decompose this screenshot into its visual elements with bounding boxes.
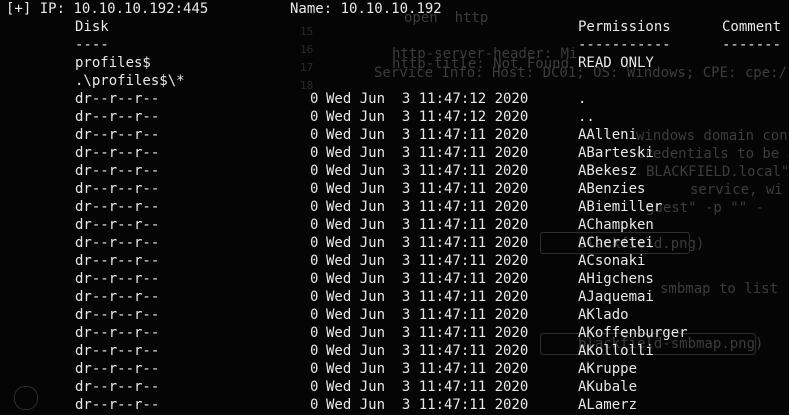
entry-name: ACsonaki bbox=[578, 253, 646, 269]
terminal-output: [+] IP: 10.10.10.192:445 Name: 10.10.10.… bbox=[0, 0, 789, 415]
entry-date: Wed Jun 3 11:47:11 2020 bbox=[326, 361, 529, 377]
entry-size: 0 bbox=[310, 109, 319, 125]
name-label: Name: bbox=[290, 1, 333, 17]
share-permission: READ ONLY bbox=[578, 55, 654, 71]
entry-attributes: dr--r--r-- bbox=[75, 127, 160, 143]
entry-attributes: dr--r--r-- bbox=[75, 379, 160, 395]
entry-size: 0 bbox=[310, 235, 319, 251]
entry-date: Wed Jun 3 11:47:11 2020 bbox=[326, 127, 529, 143]
entry-size: 0 bbox=[310, 325, 319, 341]
entry-name: AAlleni bbox=[578, 127, 638, 143]
entry-date: Wed Jun 3 11:47:11 2020 bbox=[326, 181, 529, 197]
listing-path: .\profiles$\* bbox=[75, 73, 185, 89]
column-header-comment: Comment bbox=[722, 19, 782, 35]
entry-size: 0 bbox=[310, 289, 319, 305]
entry-size: 0 bbox=[310, 253, 319, 269]
entry-name: AKruppe bbox=[578, 361, 638, 377]
entry-attributes: dr--r--r-- bbox=[75, 163, 160, 179]
entry-date: Wed Jun 3 11:47:12 2020 bbox=[326, 109, 529, 125]
entry-attributes: dr--r--r-- bbox=[75, 397, 160, 413]
entry-attributes: dr--r--r-- bbox=[75, 289, 160, 305]
entry-attributes: dr--r--r-- bbox=[75, 235, 160, 251]
entry-name: ABenzies bbox=[578, 181, 646, 197]
entry-name: . bbox=[578, 91, 587, 107]
entry-date: Wed Jun 3 11:47:11 2020 bbox=[326, 307, 529, 323]
status-prefix: [+] bbox=[6, 1, 32, 17]
entry-size: 0 bbox=[310, 127, 319, 143]
entry-name: ALamerz bbox=[578, 397, 638, 413]
entry-size: 0 bbox=[310, 199, 319, 215]
entry-attributes: dr--r--r-- bbox=[75, 109, 160, 125]
entry-name: .. bbox=[578, 109, 595, 125]
entry-size: 0 bbox=[310, 91, 319, 107]
entry-date: Wed Jun 3 11:47:11 2020 bbox=[326, 289, 529, 305]
entry-size: 0 bbox=[310, 343, 319, 359]
entry-name: AHigchens bbox=[578, 271, 654, 287]
entry-name: AKlado bbox=[578, 307, 629, 323]
entry-name: ACheretei bbox=[578, 235, 654, 251]
entry-attributes: dr--r--r-- bbox=[75, 91, 160, 107]
entry-attributes: dr--r--r-- bbox=[75, 217, 160, 233]
entry-attributes: dr--r--r-- bbox=[75, 325, 160, 341]
entry-size: 0 bbox=[310, 271, 319, 287]
column-header-disk: Disk bbox=[75, 19, 109, 35]
entry-attributes: dr--r--r-- bbox=[75, 361, 160, 377]
separator-disk: ---- bbox=[75, 37, 109, 53]
entry-date: Wed Jun 3 11:47:11 2020 bbox=[326, 163, 529, 179]
entry-date: Wed Jun 3 11:47:11 2020 bbox=[326, 199, 529, 215]
entry-date: Wed Jun 3 11:47:11 2020 bbox=[326, 325, 529, 341]
entry-size: 0 bbox=[310, 181, 319, 197]
entry-attributes: dr--r--r-- bbox=[75, 145, 160, 161]
entry-date: Wed Jun 3 11:47:11 2020 bbox=[326, 397, 529, 413]
entry-date: Wed Jun 3 11:47:11 2020 bbox=[326, 235, 529, 251]
entry-size: 0 bbox=[310, 163, 319, 179]
terminal-window[interactable]: 15 16 17 18 open http http-server-header… bbox=[0, 0, 789, 415]
entry-name: AKoffenburger bbox=[578, 325, 688, 341]
header-line: [+] IP: 10.10.10.192:445 bbox=[6, 0, 208, 18]
entry-date: Wed Jun 3 11:47:11 2020 bbox=[326, 379, 529, 395]
entry-date: Wed Jun 3 11:47:11 2020 bbox=[326, 343, 529, 359]
entry-name: AKubale bbox=[578, 379, 638, 395]
name-value: 10.10.10.192 bbox=[340, 1, 442, 17]
column-header-permissions: Permissions bbox=[578, 19, 671, 35]
entry-size: 0 bbox=[310, 379, 319, 395]
entry-attributes: dr--r--r-- bbox=[75, 253, 160, 269]
host-name: Name: 10.10.10.192 bbox=[290, 0, 442, 18]
entry-size: 0 bbox=[310, 307, 319, 323]
ip-label: IP: bbox=[39, 1, 66, 17]
entry-name: ABekesz bbox=[578, 163, 638, 179]
entry-name: AJaquemai bbox=[578, 289, 654, 305]
entry-size: 0 bbox=[310, 361, 319, 377]
entry-size: 0 bbox=[310, 145, 319, 161]
separator-comment: ------- bbox=[722, 37, 782, 53]
entry-attributes: dr--r--r-- bbox=[75, 181, 160, 197]
entry-attributes: dr--r--r-- bbox=[75, 271, 160, 287]
entry-size: 0 bbox=[310, 217, 319, 233]
entry-attributes: dr--r--r-- bbox=[75, 307, 160, 323]
entry-size: 0 bbox=[310, 397, 319, 413]
entry-date: Wed Jun 3 11:47:11 2020 bbox=[326, 253, 529, 269]
entry-date: Wed Jun 3 11:47:12 2020 bbox=[326, 91, 529, 107]
ip-value: 10.10.10.192:445 bbox=[73, 1, 209, 17]
separator-permissions: ----------- bbox=[578, 37, 671, 53]
entry-name: ABarteski bbox=[578, 145, 654, 161]
entry-attributes: dr--r--r-- bbox=[75, 199, 160, 215]
entry-date: Wed Jun 3 11:47:11 2020 bbox=[326, 271, 529, 287]
entry-name: ABiemiller bbox=[578, 199, 663, 215]
entry-date: Wed Jun 3 11:47:11 2020 bbox=[326, 145, 529, 161]
entry-attributes: dr--r--r-- bbox=[75, 343, 160, 359]
share-name: profiles$ bbox=[75, 55, 151, 71]
entry-name: AChampken bbox=[578, 217, 654, 233]
entry-name: AKollolli bbox=[578, 343, 654, 359]
entry-date: Wed Jun 3 11:47:11 2020 bbox=[326, 217, 529, 233]
